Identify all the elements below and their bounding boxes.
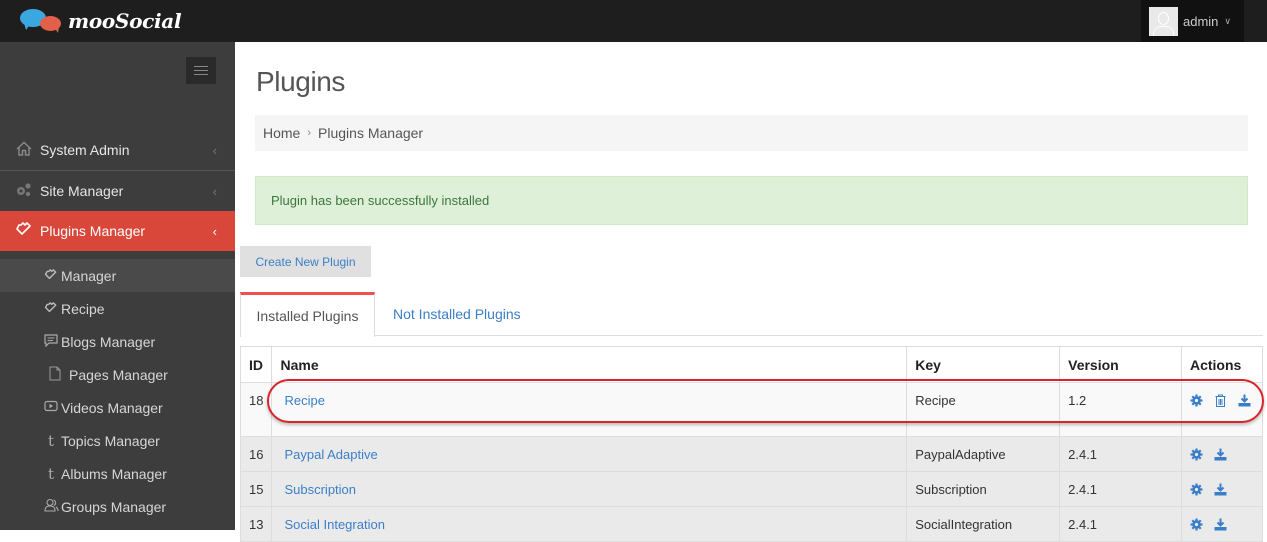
- plugin-key: Recipe: [906, 382, 1061, 437]
- plugin-name-link[interactable]: Recipe: [284, 393, 324, 408]
- table-row: 18 Recipe Recipe 1.2: [239, 382, 1264, 437]
- plugins-table: ID Name Key Version Actions 18 Recipe Re…: [239, 346, 1264, 542]
- column-header-key: Key: [906, 346, 1061, 383]
- plugin-id: 15: [239, 471, 273, 507]
- top-navbar: mooSocial admin ∨: [0, 0, 1267, 42]
- home-icon: [14, 141, 34, 160]
- video-icon: [43, 400, 59, 415]
- table-row: 16 Paypal Adaptive PaypalAdaptive 2.4.1: [239, 436, 1264, 472]
- sidebar-item-system-admin[interactable]: System Admin ‹: [0, 130, 235, 170]
- sidebar-subitem-label: Manager: [61, 267, 117, 284]
- user-menu[interactable]: admin ∨: [1141, 0, 1244, 42]
- puzzle-icon: [14, 221, 34, 241]
- breadcrumb-home-link[interactable]: Home: [263, 125, 300, 141]
- settings-gear-icon[interactable]: [1190, 447, 1204, 461]
- plugin-id: 16: [239, 436, 273, 472]
- plugin-version: 2.4.1: [1059, 436, 1182, 472]
- table-row: 13 Social Integration SocialIntegration …: [239, 506, 1264, 542]
- plugin-version: 2.4.1: [1059, 471, 1182, 507]
- plugin-id: 18: [239, 382, 273, 437]
- breadcrumb-current: Plugins Manager: [318, 125, 424, 141]
- row-actions: [1190, 517, 1254, 531]
- tumblr-icon: t: [47, 431, 55, 450]
- trash-icon[interactable]: [1214, 394, 1228, 408]
- sidebar-subitem-pages-manager[interactable]: Pages Manager: [0, 358, 235, 391]
- sidebar-subitem-label: Videos Manager: [61, 399, 163, 416]
- sidebar-subitem-albums-manager[interactable]: t Albums Manager: [0, 457, 235, 490]
- create-new-plugin-button[interactable]: Create New Plugin: [240, 246, 371, 277]
- hamburger-icon[interactable]: [186, 57, 216, 84]
- tab-label: Not Installed Plugins: [393, 306, 521, 322]
- tumblr-icon: t: [47, 464, 55, 483]
- table-row: 15 Subscription Subscription 2.4.1: [239, 471, 1264, 507]
- sidebar-item-label: System Admin: [40, 142, 130, 158]
- tab-installed-plugins[interactable]: Installed Plugins: [240, 292, 375, 337]
- column-header-id: ID: [239, 346, 273, 383]
- chevron-down-icon: ∨: [1224, 15, 1232, 26]
- tab-label: Installed Plugins: [256, 308, 359, 324]
- tab-not-installed-plugins[interactable]: Not Installed Plugins: [393, 292, 521, 336]
- puzzle-icon: [43, 301, 59, 317]
- sidebar-subitem-label: Recipe: [61, 300, 105, 317]
- sidebar-subitem-topics-manager[interactable]: t Topics Manager: [0, 424, 235, 457]
- column-header-actions: Actions: [1180, 346, 1264, 383]
- download-icon[interactable]: [1214, 447, 1228, 461]
- download-icon[interactable]: [1214, 517, 1228, 531]
- page-icon: [47, 366, 63, 384]
- page-title: Plugins: [256, 66, 346, 97]
- sidebar-subitem-videos-manager[interactable]: Videos Manager: [0, 391, 235, 424]
- brand-logo[interactable]: mooSocial: [18, 6, 182, 36]
- sidebar-subitem-label: Albums Manager: [61, 465, 167, 482]
- alert-message: Plugin has been successfully installed: [271, 193, 490, 208]
- row-actions: [1190, 394, 1254, 408]
- puzzle-icon: [43, 268, 59, 284]
- user-silhouette-icon: [1149, 6, 1178, 36]
- sidebar-item-site-manager[interactable]: Site Manager ‹: [0, 171, 235, 211]
- settings-gear-icon[interactable]: [1190, 517, 1204, 531]
- sidebar-subitem-label: Blogs Manager: [61, 333, 156, 350]
- sidebar-subitem-groups-manager[interactable]: Groups Manager: [0, 490, 235, 523]
- user-name: admin: [1183, 13, 1219, 29]
- column-header-version: Version: [1059, 346, 1182, 383]
- plugin-key: SocialIntegration: [906, 506, 1061, 542]
- group-icon: [43, 498, 59, 515]
- sidebar-subitem-label: Topics Manager: [61, 432, 160, 449]
- chevron-left-icon: ‹: [212, 183, 217, 199]
- sidebar-item-plugins-manager[interactable]: Plugins Manager ‹: [0, 211, 235, 251]
- plugin-tabs: Installed Plugins Not Installed Plugins: [240, 292, 1263, 337]
- plugin-name-link[interactable]: Social Integration: [284, 517, 384, 532]
- sidebar-item-label: Site Manager: [40, 183, 124, 199]
- comment-icon: [43, 333, 59, 350]
- sidebar-subitem-recipe[interactable]: Recipe: [0, 292, 235, 325]
- breadcrumb: Home › Plugins Manager: [255, 115, 1248, 151]
- settings-gear-icon[interactable]: [1190, 394, 1204, 408]
- column-header-name: Name: [271, 346, 908, 383]
- chevron-left-icon: ‹: [212, 223, 217, 239]
- download-icon[interactable]: [1214, 482, 1228, 496]
- sidebar-subitem-manager[interactable]: Manager: [0, 259, 235, 292]
- plugin-id: 13: [239, 506, 273, 542]
- plugin-key: Subscription: [906, 471, 1061, 507]
- download-icon[interactable]: [1238, 394, 1252, 408]
- plugin-name-link[interactable]: Subscription: [284, 482, 356, 497]
- gears-icon: [14, 182, 34, 201]
- chat-bubbles-icon: [18, 7, 64, 35]
- chevron-left-icon: ‹: [212, 142, 217, 158]
- brand-name: mooSocial: [68, 9, 182, 33]
- plugin-name-link[interactable]: Paypal Adaptive: [284, 447, 377, 462]
- row-actions: [1190, 447, 1254, 461]
- plugin-version: 1.2: [1059, 382, 1182, 437]
- sidebar-item-label: Plugins Manager: [40, 223, 146, 239]
- sidebar-subitem-label: Groups Manager: [61, 498, 167, 515]
- chevron-right-icon: ›: [307, 127, 312, 139]
- table-header-row: ID Name Key Version Actions: [239, 346, 1264, 383]
- row-actions: [1190, 482, 1254, 496]
- success-alert: Plugin has been successfully installed: [255, 176, 1248, 225]
- sidebar-subitem-label: Pages Manager: [69, 366, 168, 383]
- sidebar: System Admin ‹ Site Manager ‹ Plugins Ma…: [0, 42, 235, 530]
- plugin-key: PaypalAdaptive: [906, 436, 1061, 472]
- sidebar-subitem-blogs-manager[interactable]: Blogs Manager: [0, 325, 235, 358]
- plugin-version: 2.4.1: [1059, 506, 1182, 542]
- settings-gear-icon[interactable]: [1190, 482, 1204, 496]
